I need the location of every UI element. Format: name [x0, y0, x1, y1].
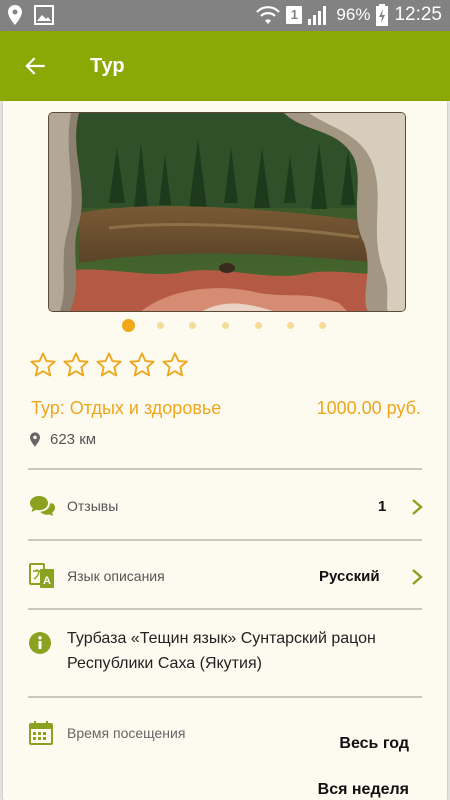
visit-days-value: Вся неделя	[317, 781, 409, 798]
tour-name: Тур: Отдых и здоровье	[31, 398, 222, 418]
pagination-dot[interactable]	[222, 322, 229, 329]
translate-icon: A	[29, 563, 54, 588]
pagination-dot[interactable]	[319, 322, 326, 329]
tour-photo-image	[49, 113, 405, 311]
language-row[interactable]: A Язык описания Русский	[3, 541, 447, 608]
gallery-pagination	[3, 318, 447, 332]
sim-indicator: 1	[286, 6, 303, 24]
tour-price: 1000.00 руб.	[316, 398, 421, 418]
pagination-dot[interactable]	[189, 322, 196, 329]
info-icon	[29, 632, 51, 654]
pagination-dot[interactable]	[287, 322, 294, 329]
location-pin-icon	[8, 5, 22, 25]
chat-bubbles-icon	[30, 496, 55, 516]
wifi-icon	[256, 6, 281, 24]
reviews-count: 1	[378, 498, 387, 515]
battery-charging-icon	[376, 4, 389, 26]
reviews-row[interactable]: Отзывы 1	[3, 470, 447, 540]
app-bar: Тур	[0, 31, 450, 101]
distance-value: 623 км	[50, 431, 97, 448]
battery-percent: 96%	[336, 5, 371, 24]
pagination-dot[interactable]	[122, 319, 135, 332]
pagination-dot[interactable]	[255, 322, 262, 329]
distance-row: 623 км	[30, 431, 96, 448]
clock: 12:25	[394, 4, 442, 25]
svg-text:A: A	[43, 575, 51, 587]
page-title: Тур	[90, 55, 125, 77]
signal-icon	[308, 6, 327, 25]
visit-time-label: Время посещения	[67, 725, 186, 741]
chevron-right-icon	[412, 499, 423, 515]
star-outline-icon[interactable]	[161, 351, 189, 379]
rating-stars	[29, 351, 189, 379]
star-outline-icon[interactable]	[95, 351, 123, 379]
pagination-dot[interactable]	[157, 322, 164, 329]
tour-description: Турбаза «Тещин язык» Сунтарский рацон Ре…	[67, 630, 376, 672]
status-bar: 1 96% 12:25	[0, 0, 450, 31]
tour-card: Тур: Отдых и здоровье 1000.00 руб. 623 к…	[3, 101, 447, 800]
gallery-icon	[34, 5, 54, 25]
star-outline-icon[interactable]	[62, 351, 90, 379]
language-value: Русский	[319, 568, 380, 585]
language-label: Язык описания	[67, 568, 165, 584]
location-pin-icon	[30, 432, 40, 447]
star-outline-icon[interactable]	[29, 351, 57, 379]
reviews-label: Отзывы	[67, 498, 119, 514]
chevron-right-icon	[412, 569, 423, 585]
tour-photo[interactable]	[48, 112, 406, 312]
divider	[28, 608, 422, 610]
visit-season-value: Весь год	[339, 735, 409, 752]
back-arrow-icon[interactable]	[22, 53, 48, 79]
calendar-icon	[29, 721, 53, 745]
divider	[28, 696, 422, 698]
star-outline-icon[interactable]	[128, 351, 156, 379]
